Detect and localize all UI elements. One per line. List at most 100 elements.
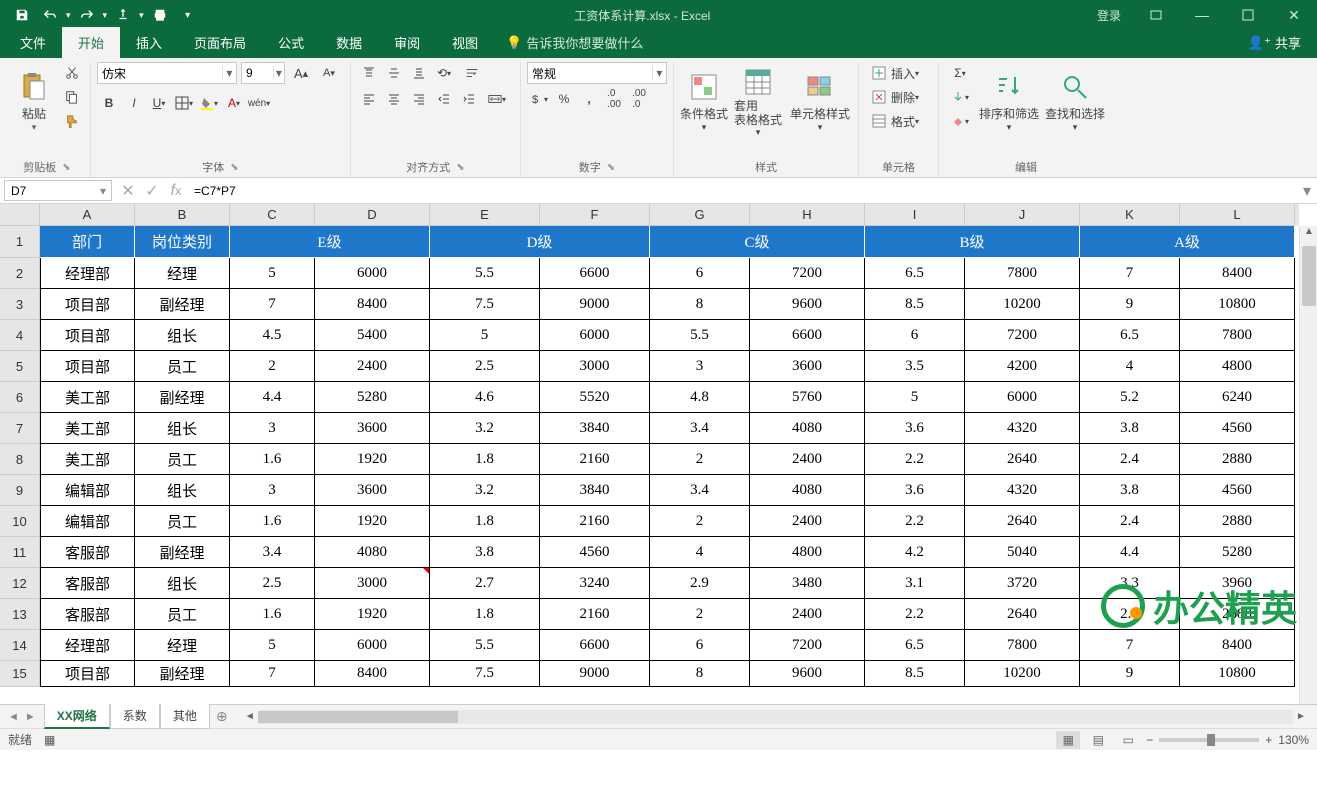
data-cell[interactable]: 4560 <box>1180 475 1295 506</box>
data-cell[interactable]: 4 <box>650 537 750 568</box>
data-cell[interactable]: 6 <box>650 630 750 661</box>
data-cell[interactable]: 6600 <box>540 630 650 661</box>
data-cell[interactable]: 7 <box>230 661 315 687</box>
merge-button[interactable]: ▾ <box>482 88 512 110</box>
data-cell[interactable]: 5.2 <box>1080 382 1180 413</box>
increase-font-button[interactable]: A▴ <box>289 62 313 84</box>
data-cell[interactable]: 2.2 <box>865 599 965 630</box>
data-cell[interactable]: 美工部 <box>40 444 135 475</box>
data-cell[interactable]: 3.4 <box>650 413 750 444</box>
data-cell[interactable]: 1.8 <box>430 444 540 475</box>
comma-button[interactable]: , <box>577 88 601 110</box>
chevron-down-icon[interactable]: ▾ <box>273 66 284 80</box>
fill-color-button[interactable]: ▾ <box>197 92 221 114</box>
zoom-in-button[interactable]: + <box>1265 733 1272 747</box>
data-cell[interactable]: 9000 <box>540 289 650 320</box>
data-cell[interactable]: 副经理 <box>135 661 230 687</box>
minimize-icon[interactable]: — <box>1179 0 1225 30</box>
data-cell[interactable]: 5 <box>230 630 315 661</box>
fx-button[interactable]: fx <box>164 180 188 202</box>
data-cell[interactable]: 5400 <box>315 320 430 351</box>
data-cell[interactable]: 经理部 <box>40 258 135 289</box>
data-cell[interactable]: 8400 <box>315 289 430 320</box>
data-cell[interactable]: 1920 <box>315 599 430 630</box>
cells-grid[interactable]: 部门岗位类别E级D级C级B级A级经理部经理560005.56600672006.… <box>40 226 1299 704</box>
data-cell[interactable]: 客服部 <box>40 537 135 568</box>
data-cell[interactable]: 5040 <box>965 537 1080 568</box>
data-cell[interactable]: 3960 <box>1180 568 1295 599</box>
data-cell[interactable]: 6 <box>865 320 965 351</box>
row-header-2[interactable]: 2 <box>0 258 40 289</box>
redo-dropdown[interactable]: ▾ <box>103 10 108 21</box>
data-cell[interactable]: 6000 <box>540 320 650 351</box>
font-name-combo[interactable]: ▾ <box>97 62 237 84</box>
data-cell[interactable]: 2400 <box>750 599 865 630</box>
enter-formula-button[interactable]: ✓ <box>140 180 164 202</box>
data-cell[interactable]: 项目部 <box>40 320 135 351</box>
zoom-slider[interactable] <box>1159 738 1259 742</box>
underline-button[interactable]: U▾ <box>147 92 171 114</box>
data-cell[interactable]: 7800 <box>1180 320 1295 351</box>
data-cell[interactable]: 组长 <box>135 475 230 506</box>
data-cell[interactable]: 1.8 <box>430 506 540 537</box>
data-cell[interactable]: 编辑部 <box>40 506 135 537</box>
touch-mode-icon[interactable] <box>111 3 135 27</box>
data-cell[interactable]: 项目部 <box>40 289 135 320</box>
font-name-input[interactable] <box>98 66 222 80</box>
data-cell[interactable]: 3600 <box>750 351 865 382</box>
tell-me[interactable]: 💡 告诉我你想要做什么 <box>494 27 655 58</box>
col-header-D[interactable]: D <box>315 204 430 226</box>
data-cell[interactable]: 5280 <box>1180 537 1295 568</box>
data-cell[interactable]: 6000 <box>315 258 430 289</box>
row-header-15[interactable]: 15 <box>0 661 40 687</box>
data-cell[interactable]: 2.7 <box>430 568 540 599</box>
data-cell[interactable]: 6000 <box>965 382 1080 413</box>
data-cell[interactable]: 4080 <box>750 475 865 506</box>
header-cell[interactable]: D级 <box>430 226 650 258</box>
ribbon-tab-1[interactable]: 开始 <box>62 27 120 58</box>
data-cell[interactable]: 组长 <box>135 568 230 599</box>
data-cell[interactable]: 4.6 <box>430 382 540 413</box>
cancel-formula-button[interactable]: ✕ <box>116 180 140 202</box>
data-cell[interactable]: 5.5 <box>430 258 540 289</box>
data-cell[interactable]: 7200 <box>750 630 865 661</box>
data-cell[interactable]: 9600 <box>750 661 865 687</box>
align-top-button[interactable] <box>357 62 381 84</box>
data-cell[interactable]: 2.4 <box>1080 444 1180 475</box>
delete-cells-button[interactable]: 删除 ▾ <box>865 86 925 108</box>
format-cells-button[interactable]: 格式 ▾ <box>865 110 925 132</box>
find-select-button[interactable]: 查找和选择▾ <box>1043 62 1107 142</box>
data-cell[interactable]: 经理部 <box>40 630 135 661</box>
data-cell[interactable]: 2640 <box>965 599 1080 630</box>
data-cell[interactable]: 3600 <box>315 475 430 506</box>
data-cell[interactable]: 7 <box>1080 630 1180 661</box>
data-cell[interactable]: 4560 <box>1180 413 1295 444</box>
orientation-button[interactable]: ⟲▾ <box>432 62 456 84</box>
ribbon-tab-2[interactable]: 插入 <box>120 27 178 58</box>
ribbon-tab-6[interactable]: 审阅 <box>378 27 436 58</box>
data-cell[interactable]: 2640 <box>965 444 1080 475</box>
alignment-launcher[interactable]: ⬊ <box>456 162 464 173</box>
data-cell[interactable]: 9 <box>1080 289 1180 320</box>
border-button[interactable]: ▾ <box>172 92 196 114</box>
data-cell[interactable]: 3.8 <box>1080 475 1180 506</box>
data-cell[interactable]: 2.9 <box>650 568 750 599</box>
data-cell[interactable]: 5 <box>865 382 965 413</box>
fill-button[interactable]: ▾ <box>945 86 975 108</box>
data-cell[interactable]: 经理 <box>135 258 230 289</box>
chevron-down-icon[interactable]: ▾ <box>222 66 236 80</box>
col-header-I[interactable]: I <box>865 204 965 226</box>
increase-indent-button[interactable] <box>457 88 481 110</box>
chevron-down-icon[interactable]: ▾ <box>95 184 111 198</box>
header-cell[interactable]: E级 <box>230 226 430 258</box>
data-cell[interactable]: 9600 <box>750 289 865 320</box>
header-cell[interactable]: 部门 <box>40 226 135 258</box>
ribbon-tab-3[interactable]: 页面布局 <box>178 27 262 58</box>
col-header-A[interactable]: A <box>40 204 135 226</box>
align-middle-button[interactable] <box>382 62 406 84</box>
data-cell[interactable]: 美工部 <box>40 382 135 413</box>
data-cell[interactable]: 6600 <box>750 320 865 351</box>
data-cell[interactable]: 3.5 <box>865 351 965 382</box>
header-cell[interactable]: C级 <box>650 226 865 258</box>
align-right-button[interactable] <box>407 88 431 110</box>
